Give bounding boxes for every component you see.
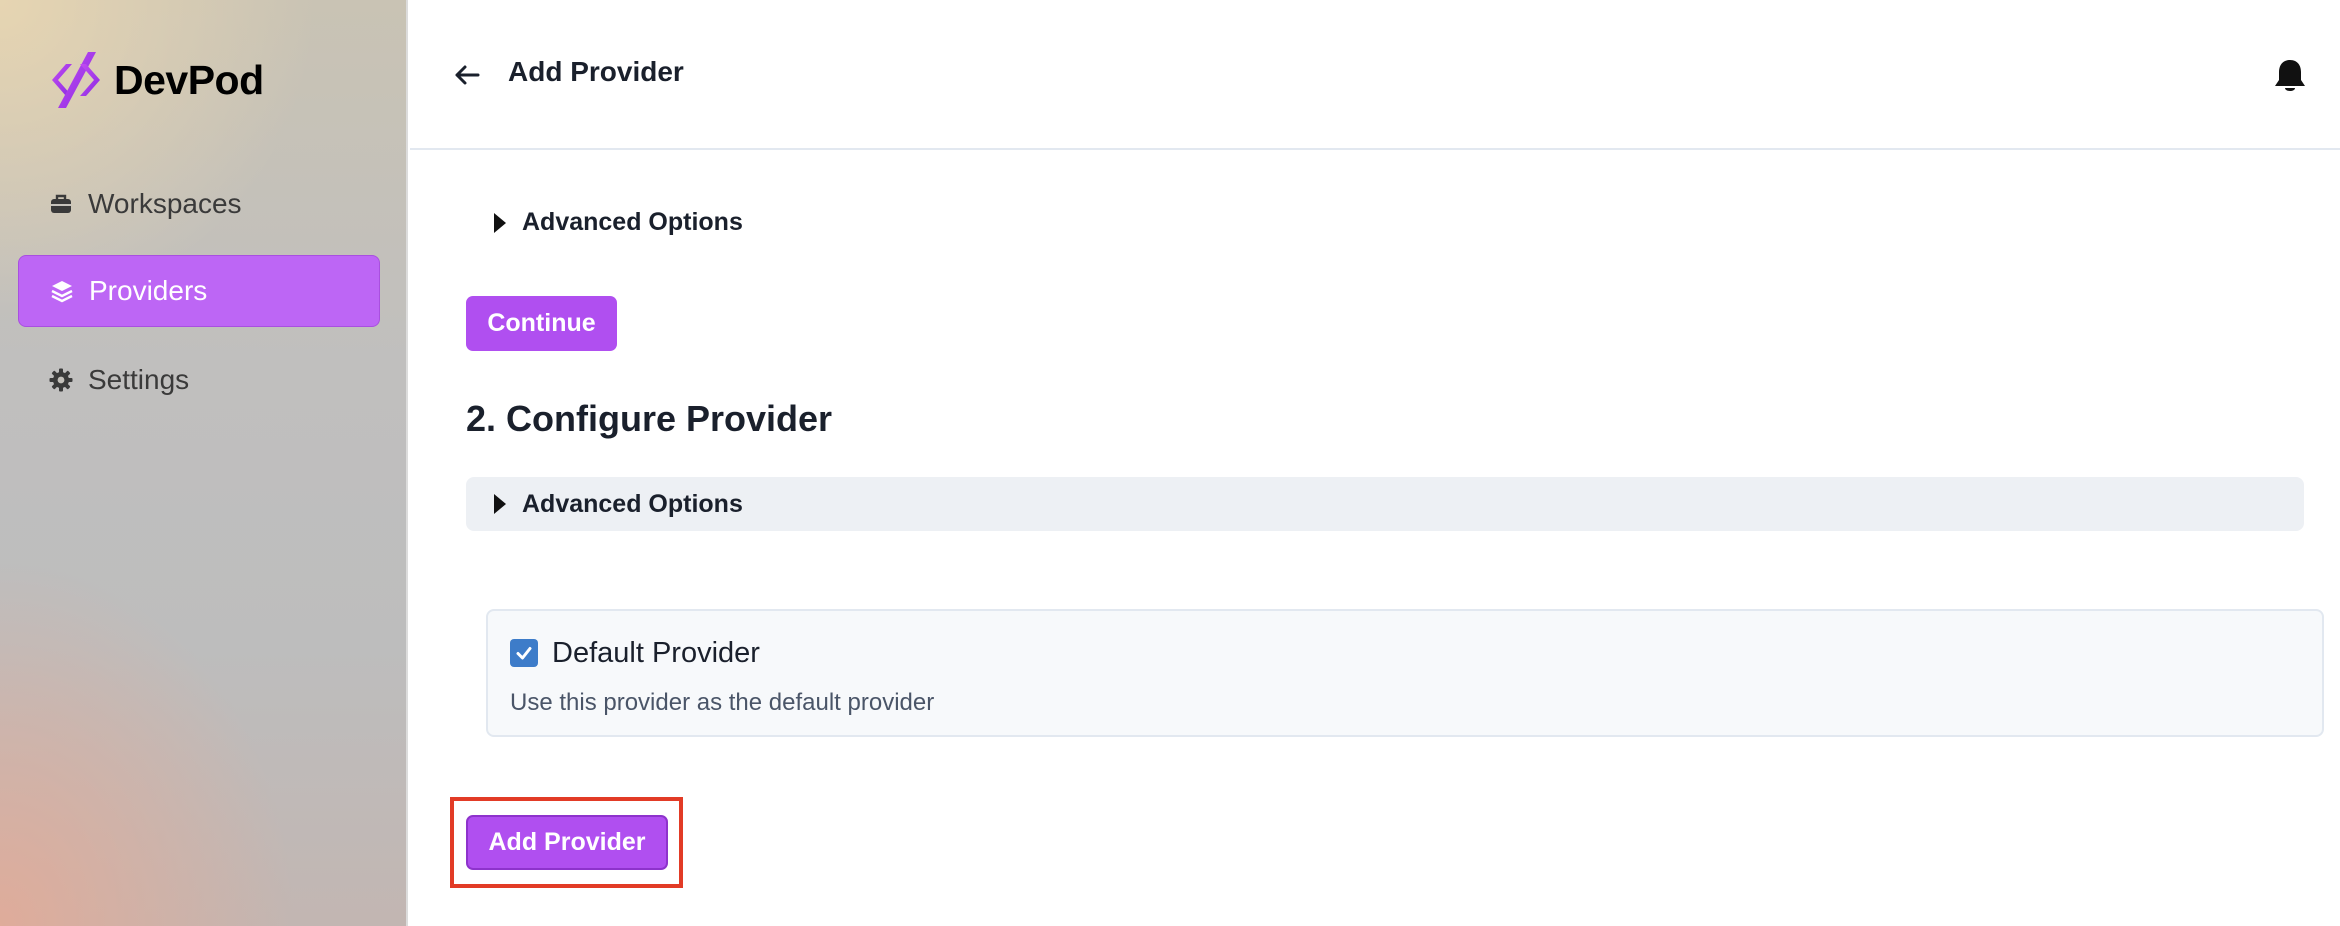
brand-name: DevPod bbox=[114, 56, 264, 103]
caret-right-icon bbox=[494, 494, 506, 514]
gear-icon bbox=[48, 367, 74, 393]
back-arrow-icon[interactable] bbox=[450, 58, 484, 92]
add-provider-button[interactable]: Add Provider bbox=[466, 815, 668, 870]
caret-right-icon bbox=[494, 212, 506, 233]
advanced-options-label: Advanced Options bbox=[522, 208, 743, 236]
sidebar-item-providers[interactable]: Providers bbox=[18, 255, 380, 327]
sidebar-item-label: Workspaces bbox=[88, 188, 242, 219]
briefcase-icon bbox=[48, 191, 74, 217]
sidebar: DevPod Workspaces Providers Settings bbox=[0, 0, 408, 926]
checkmark-icon bbox=[516, 647, 532, 660]
configure-advanced-options-toggle[interactable]: Advanced Options bbox=[466, 477, 2304, 531]
sidebar-item-label: Settings bbox=[88, 364, 190, 395]
default-provider-help-text: Use this provider as the default provide… bbox=[510, 689, 935, 716]
advanced-options-label: Advanced Options bbox=[522, 489, 743, 518]
header: Add Provider bbox=[410, 0, 2340, 150]
section-title: 2. Configure Provider bbox=[466, 398, 833, 439]
advanced-options-toggle[interactable]: Advanced Options bbox=[494, 208, 743, 237]
sidebar-item-workspaces[interactable]: Workspaces bbox=[18, 168, 380, 240]
default-provider-card: Default Provider Use this provider as th… bbox=[486, 609, 2324, 737]
brand[interactable]: DevPod bbox=[48, 50, 264, 110]
bell-icon[interactable] bbox=[2270, 56, 2310, 96]
default-provider-checkbox[interactable] bbox=[510, 639, 538, 667]
page-title: Add Provider bbox=[508, 56, 684, 87]
continue-button[interactable]: Continue bbox=[466, 296, 617, 351]
devpod-logo-icon bbox=[52, 52, 100, 108]
sidebar-item-label: Providers bbox=[89, 275, 208, 306]
default-provider-label[interactable]: Default Provider bbox=[552, 637, 760, 670]
layers-icon bbox=[49, 278, 75, 304]
sidebar-item-settings[interactable]: Settings bbox=[18, 344, 380, 416]
